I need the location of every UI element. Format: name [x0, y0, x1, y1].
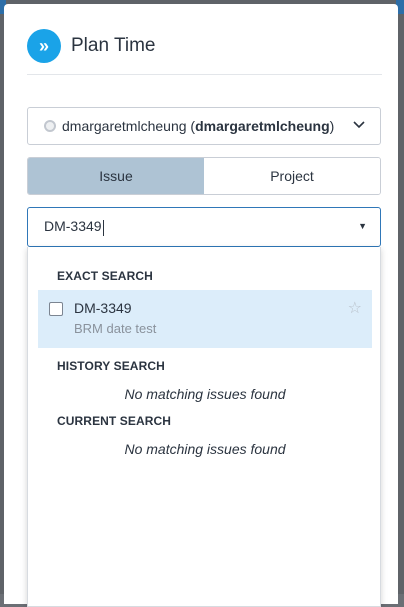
current-empty-message: No matching issues found: [124, 441, 286, 457]
user-status-icon: [44, 120, 56, 132]
header-divider: [27, 74, 382, 75]
chevrons-right-icon: »: [27, 29, 61, 63]
list-item[interactable]: DM-3349 BRM date test ☆: [38, 290, 372, 348]
dialog-header: » Plan Time: [27, 26, 382, 66]
search-results-dropdown: EXACT SEARCH DM-3349 BRM date test ☆ HIS…: [27, 247, 381, 607]
issue-summary: BRM date test: [74, 321, 157, 336]
exact-search-heading: EXACT SEARCH: [57, 269, 153, 283]
issue-search-input[interactable]: DM-3349 ▼: [27, 207, 381, 247]
scope-toggle: Issue Project: [27, 157, 381, 195]
tab-issue[interactable]: Issue: [28, 158, 204, 194]
history-empty-message: No matching issues found: [124, 386, 286, 402]
select-checkbox[interactable]: [49, 302, 63, 316]
chevron-down-icon[interactable]: [352, 117, 366, 134]
issue-key: DM-3349: [74, 300, 132, 316]
user-select-label: dmargaretmlcheung (dmargaretmlcheung): [62, 118, 335, 134]
tab-project[interactable]: Project: [204, 158, 380, 194]
star-icon[interactable]: ☆: [348, 298, 362, 318]
plan-time-dialog: » Plan Time dmargaretmlcheung (dmargaret…: [4, 4, 398, 607]
history-search-heading: HISTORY SEARCH: [57, 359, 165, 373]
caret-down-icon[interactable]: ▼: [358, 221, 367, 231]
search-input-value: DM-3349: [44, 218, 104, 236]
user-select[interactable]: dmargaretmlcheung (dmargaretmlcheung): [27, 107, 381, 145]
current-search-heading: CURRENT SEARCH: [57, 414, 172, 428]
dialog-title: Plan Time: [71, 35, 156, 56]
